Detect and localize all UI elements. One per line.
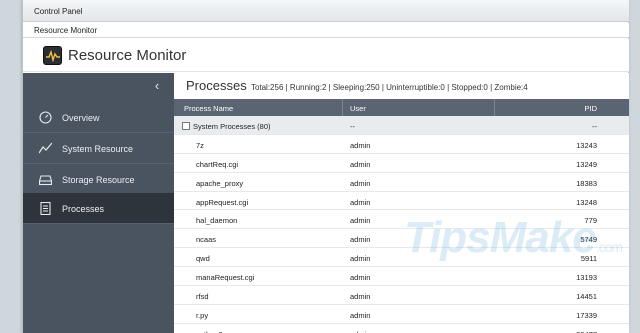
gauge-icon <box>39 111 52 124</box>
column-header-user[interactable]: User <box>350 104 366 113</box>
column-header-pid[interactable]: PID <box>584 104 597 113</box>
collapse-toggle-icon[interactable] <box>182 122 190 130</box>
sidebar-item-label: Processes <box>62 204 105 214</box>
watermark-text: TipsMake <box>404 213 597 262</box>
app-title: Resource Monitor <box>68 47 187 64</box>
processes-panel: Processes Total:256 | Running:2 | Sleepi… <box>174 73 629 333</box>
watermark-logo: TipsMake.com <box>404 213 623 263</box>
pid-cell: 17339 <box>576 310 597 320</box>
sidebar-item-label: System Resource <box>62 144 134 154</box>
watermark-suffix: .com <box>595 239 623 255</box>
control-panel-title: Control Panel <box>34 7 83 16</box>
process-name-cell: r.py <box>196 310 209 320</box>
table-row[interactable]: chartReq.cgi admin 13249 <box>174 154 629 173</box>
user-cell: admin <box>350 273 371 283</box>
table-row-group[interactable]: System Processes (80) -- -- <box>174 116 629 135</box>
user-cell: admin <box>350 235 371 245</box>
pid-cell: 13193 <box>576 273 597 283</box>
user-cell: admin <box>350 292 371 302</box>
process-name-cell: 7z <box>196 140 204 150</box>
process-name-cell: qwd <box>196 254 210 264</box>
pulse-monitor-icon <box>43 46 62 65</box>
chevron-left-icon[interactable]: ‹ <box>149 78 165 94</box>
sidebar-item-label: Storage Resource <box>62 175 135 185</box>
column-divider[interactable] <box>342 99 343 116</box>
pid-cell: 14451 <box>576 292 597 302</box>
pid-cell: 18383 <box>576 178 597 188</box>
process-name-cell: ncaas <box>196 235 217 245</box>
process-name-cell: chartReq.cgi <box>196 159 239 169</box>
page-title: Processes <box>186 78 247 93</box>
table-row[interactable]: manaRequest.cgi admin 13193 <box>174 267 629 287</box>
user-cell: admin <box>350 254 371 264</box>
pid-cell: 13249 <box>576 159 597 169</box>
group-name-cell: System Processes (80) <box>182 122 271 131</box>
group-name: System Processes (80) <box>193 122 271 131</box>
pid-cell: 13248 <box>576 197 597 207</box>
resource-monitor-tab-label: Resource Monitor <box>34 26 98 35</box>
control-panel-titlebar: Control Panel <box>23 0 629 22</box>
group-user: -- <box>350 122 355 131</box>
column-divider[interactable] <box>494 99 495 116</box>
table-row[interactable]: python3admin30477 <box>174 324 629 333</box>
process-name-cell: manaRequest.cgi <box>196 273 255 283</box>
app-header: Resource Monitor <box>23 39 629 72</box>
control-panel-window: Control Panel Resource Monitor Resource … <box>22 0 629 333</box>
process-stats: Total:256 | Running:2 | Sleeping:250 | U… <box>250 83 528 92</box>
user-cell: admin <box>350 310 371 320</box>
sidebar-item-processes[interactable]: Processes <box>23 193 174 224</box>
resource-monitor-tab[interactable]: Resource Monitor <box>23 23 629 38</box>
table-row[interactable]: apache_proxy admin 18383 <box>174 173 629 192</box>
hard-drive-icon <box>39 175 52 186</box>
user-cell: admin <box>350 159 371 169</box>
process-name-cell: hal_daemon <box>196 216 238 226</box>
user-cell: admin <box>350 197 371 207</box>
process-name-cell: rfsd <box>196 292 209 302</box>
table-row[interactable]: 7z admin 13243 <box>174 135 629 154</box>
line-chart-icon <box>39 142 52 154</box>
user-cell: admin <box>350 178 371 188</box>
table-row[interactable]: appRequest.cgi admin 13248 <box>174 192 629 211</box>
sidebar: ‹ Overview System Resource Storage Resou… <box>23 73 174 333</box>
sidebar-item-storage-resource[interactable]: Storage Resource <box>23 164 174 195</box>
pid-cell: 13243 <box>576 140 597 150</box>
table-header: Process Name User PID <box>174 99 629 116</box>
sidebar-item-overview[interactable]: Overview <box>23 102 174 133</box>
table-row[interactable]: rfsd admin 14451 <box>174 286 629 305</box>
column-header-process-name[interactable]: Process Name <box>184 104 233 113</box>
process-name-cell: apache_proxy <box>196 178 244 188</box>
document-list-icon <box>40 202 51 215</box>
user-cell: admin <box>350 216 371 226</box>
sidebar-item-system-resource[interactable]: System Resource <box>23 133 174 164</box>
processes-header: Processes Total:256 | Running:2 | Sleepi… <box>186 78 528 93</box>
group-pid: -- <box>592 122 597 131</box>
process-name-cell: appRequest.cgi <box>196 197 249 207</box>
sidebar-item-label: Overview <box>62 113 100 123</box>
user-cell: admin <box>350 140 371 150</box>
table-row[interactable]: r.py admin 17339 <box>174 305 629 324</box>
